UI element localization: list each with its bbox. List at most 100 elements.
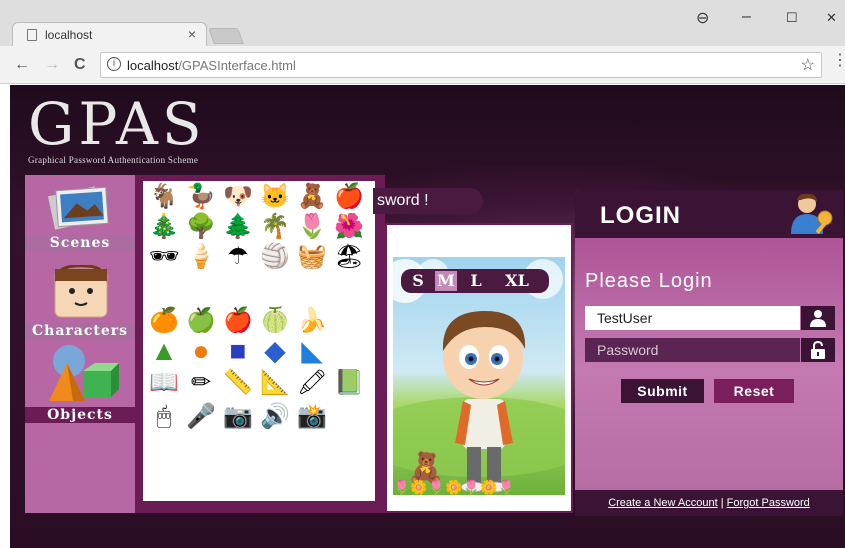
palette-icon[interactable]: 🍎 [223, 307, 253, 335]
username-input[interactable] [585, 306, 800, 330]
tab-title: localhost [45, 28, 93, 42]
url-host: localhost [127, 58, 179, 73]
boy-character[interactable] [431, 305, 541, 495]
logo-subtitle: Graphical Password Authentication Scheme [28, 155, 199, 165]
user-key-icon [789, 192, 837, 241]
palette-icon[interactable]: 🍌 [297, 307, 327, 335]
palette-icon[interactable]: 🍈 [260, 307, 290, 335]
palette-icon[interactable]: 🌷 [297, 213, 327, 241]
browser-chrome: localhost × ⊖ – ☐ ✕ ← → C i localhost/GP… [0, 0, 845, 84]
palette-icon[interactable]: 🐐 [149, 183, 179, 211]
close-tab-icon[interactable]: × [188, 26, 196, 42]
gpas-logo: GPAS Graphical Password Authentication S… [28, 93, 206, 165]
new-tab-button[interactable] [208, 28, 244, 44]
logo-title: GPAS [28, 90, 206, 158]
palette-icon[interactable]: 🔊 [260, 403, 290, 431]
palette-icon[interactable]: 🌲 [223, 213, 253, 241]
palette-icon[interactable]: 📖 [149, 369, 179, 397]
page-icon [27, 29, 37, 41]
flower-row: 🌷🌼🌷🌼🌷🌼🌷 [393, 479, 516, 495]
palette-icon[interactable]: 🍦 [186, 243, 216, 271]
palette-icon[interactable]: 🖱 [149, 403, 179, 431]
palette-icon[interactable]: ◆ [260, 337, 290, 365]
palette-icon[interactable]: ■ [223, 337, 253, 365]
password-field [585, 338, 835, 362]
info-icon[interactable]: i [107, 57, 121, 71]
category-characters[interactable]: Characters [25, 323, 135, 339]
bookmark-star-icon[interactable]: ☆ [801, 55, 815, 75]
tab-strip: localhost × ⊖ – ☐ ✕ [0, 0, 845, 46]
back-icon[interactable]: ← [14, 56, 30, 74]
palette-icon[interactable]: 🍏 [186, 307, 216, 335]
palette-grid: 🐐 🦆 🐶 🐱 🧸 🍎 🎄 🌳 🌲 🌴 🌷 🌺 🕶 🍦 ☂ 🏐 🧺 🏖 🍊 🍏 🍎 🍈 🍌 ▲ ● ■ ◆ ◣ 📖 ✏ 📏 📐 🖍 📗 🖱 🎤 📷 🔊 📸 [143, 181, 375, 501]
palette-icon[interactable]: ✏ [186, 369, 216, 397]
reset-button[interactable]: Reset [714, 379, 794, 403]
size-s[interactable]: S [407, 271, 429, 291]
login-heading: LOGIN [600, 202, 681, 229]
category-panel: Scenes Characters Objects [25, 175, 135, 513]
account-icon[interactable]: ⊖ [696, 8, 709, 28]
address-row: ← → C i localhost/GPASInterface.html ☆ [0, 46, 845, 84]
please-login-text: Please Login [585, 270, 713, 292]
palette-icon[interactable]: 🎤 [186, 403, 216, 431]
user-icon [801, 306, 835, 330]
forward-icon[interactable]: → [44, 56, 60, 74]
footer-separator: | [720, 497, 724, 509]
forgot-password-link[interactable]: Forgot Password [727, 497, 810, 509]
address-bar[interactable]: i localhost/GPASInterface.html ☆ [100, 52, 822, 78]
submit-button[interactable]: Submit [621, 379, 704, 403]
palette-icon[interactable]: 🎄 [149, 213, 179, 241]
create-account-link[interactable]: Create a New Account [608, 497, 717, 509]
size-l[interactable]: L [465, 271, 487, 291]
lock-icon [801, 338, 835, 362]
palette-icon[interactable]: ◣ [297, 337, 327, 365]
minimize-button[interactable]: – [742, 8, 751, 26]
palette-icon[interactable]: 🖍 [297, 369, 327, 397]
browser-menu-icon[interactable]: ⋮ [832, 50, 845, 70]
url-text: localhost/GPASInterface.html [127, 58, 296, 73]
palette-icon[interactable]: 🦆 [186, 183, 216, 211]
palette-icon[interactable]: 🕶 [149, 243, 179, 271]
password-input[interactable] [585, 338, 800, 362]
browser-tab[interactable]: localhost × [12, 22, 207, 46]
palette-icon[interactable]: 🌴 [260, 213, 290, 241]
palette-icon[interactable]: 📸 [297, 403, 327, 431]
canvas-title: sword ! [373, 188, 483, 214]
size-xl[interactable]: XL [497, 271, 537, 291]
photos-icon[interactable] [47, 181, 113, 238]
category-scenes[interactable]: Scenes [25, 235, 135, 251]
palette-icon[interactable]: 📷 [223, 403, 253, 431]
palette-icon[interactable]: 📏 [223, 369, 253, 397]
palette-icon[interactable]: 📗 [334, 369, 364, 397]
palette-icon[interactable]: 🏖 [334, 243, 364, 271]
palette-icon[interactable]: 🍊 [149, 307, 179, 335]
maximize-button[interactable]: ☐ [786, 10, 798, 26]
palette-icon[interactable]: 🐶 [223, 183, 253, 211]
reload-icon[interactable]: C [74, 56, 86, 74]
palette-icon[interactable]: 🧸 [297, 183, 327, 211]
palette-icon[interactable]: 🌺 [334, 213, 364, 241]
palette-icon[interactable]: 📐 [260, 369, 290, 397]
palette-icon[interactable]: ▲ [149, 337, 179, 365]
palette-icon[interactable]: 🌳 [186, 213, 216, 241]
object-palette: 🐐 🦆 🐶 🐱 🧸 🍎 🎄 🌳 🌲 🌴 🌷 🌺 🕶 🍦 ☂ 🏐 🧺 🏖 🍊 🍏 🍎 🍈 🍌 ▲ ● ■ ◆ ◣ 📖 ✏ 📏 📐 🖍 📗 🖱 🎤 📷 🔊 📸 [135, 175, 385, 513]
shapes-icon[interactable] [43, 343, 119, 410]
close-window-button[interactable]: ✕ [826, 10, 837, 26]
size-selector: S M L XL [401, 269, 549, 293]
category-objects[interactable]: Objects [25, 407, 135, 423]
password-canvas[interactable]: S M L XL 🧸 🌷🌼🌷🌼🌷🌼🌷 [385, 223, 573, 513]
login-panel: LOGIN Please Login S [575, 190, 843, 516]
face-icon[interactable] [53, 264, 109, 324]
url-path: /GPASInterface.html [178, 58, 296, 73]
size-m[interactable]: M [435, 271, 457, 291]
palette-icon[interactable]: ☂ [223, 243, 253, 271]
login-header: LOGIN [575, 190, 843, 238]
login-footer: Create a New Account | Forgot Password [575, 490, 843, 516]
palette-icon[interactable]: ● [186, 337, 216, 365]
palette-icon[interactable]: 🧺 [297, 243, 327, 271]
palette-icon[interactable]: 🏐 [260, 243, 290, 271]
palette-icon[interactable]: 🍎 [334, 183, 364, 211]
gpas-page: GPAS Graphical Password Authentication S… [10, 85, 845, 548]
username-field [585, 306, 835, 330]
palette-icon[interactable]: 🐱 [260, 183, 290, 211]
